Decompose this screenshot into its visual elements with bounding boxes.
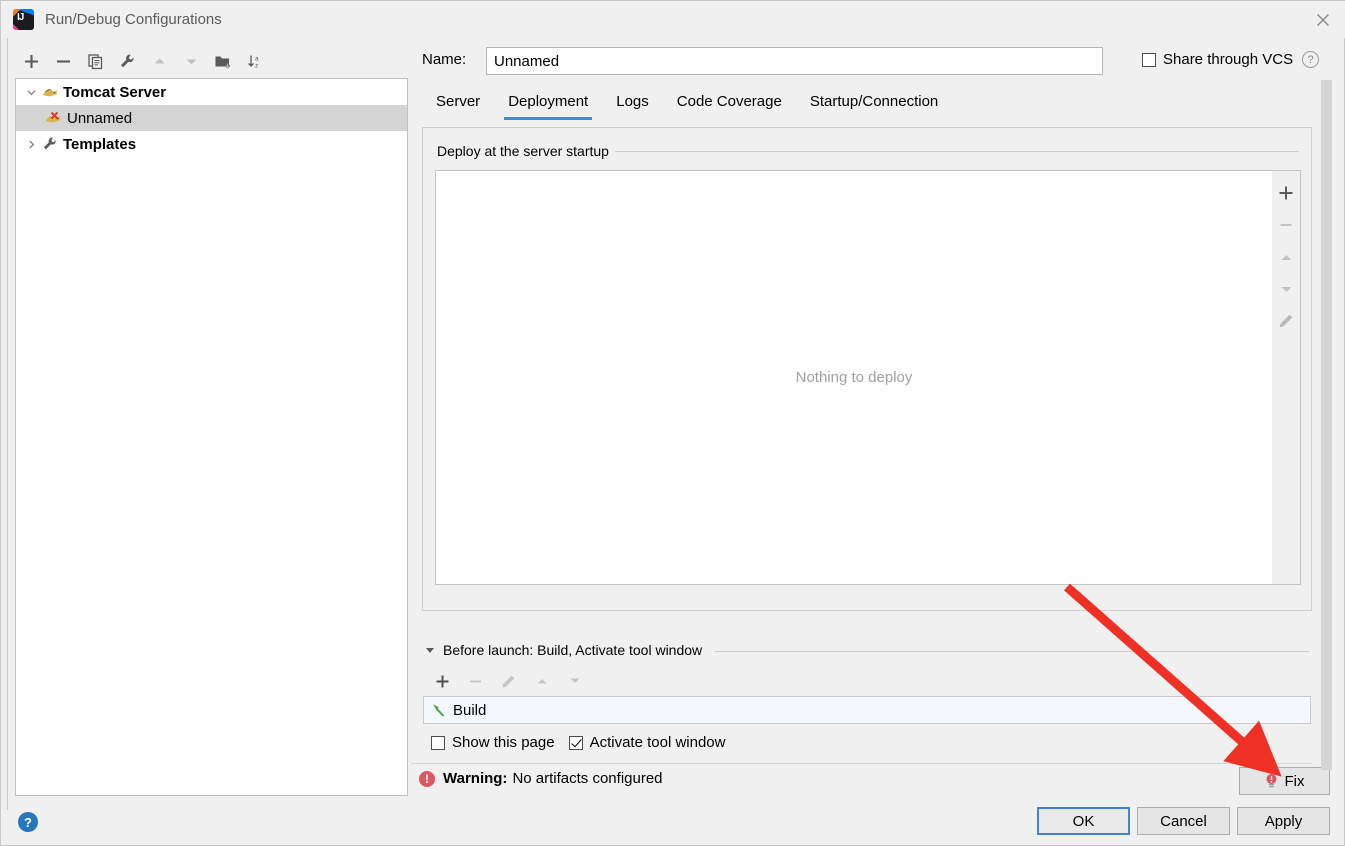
before-launch-options: Show this page Activate tool window bbox=[431, 734, 725, 751]
configuration-tabs: Server Deployment Logs Code Coverage Sta… bbox=[422, 89, 1312, 123]
activate-tool-window-checkbox[interactable]: Activate tool window bbox=[568, 734, 726, 751]
tab-code-coverage[interactable]: Code Coverage bbox=[663, 89, 796, 120]
name-label: Name: bbox=[422, 51, 467, 68]
svg-text:a: a bbox=[255, 55, 259, 62]
tomcat-icon bbox=[40, 83, 60, 101]
before-launch-task-build[interactable]: Build bbox=[423, 696, 1311, 724]
before-launch-header[interactable]: Before launch: Build, Activate tool wind… bbox=[425, 642, 702, 658]
tab-label: Deployment bbox=[508, 93, 589, 110]
share-through-vcs-checkbox[interactable]: Share through VCS ? bbox=[1142, 51, 1320, 68]
cancel-button[interactable]: Cancel bbox=[1137, 807, 1230, 835]
tab-logs[interactable]: Logs bbox=[602, 89, 663, 120]
tree-node-unnamed[interactable]: Unnamed bbox=[16, 105, 407, 131]
before-launch-toolbar bbox=[426, 667, 591, 695]
deployment-side-toolbar bbox=[1272, 170, 1301, 585]
remove-configuration-button[interactable] bbox=[47, 45, 79, 77]
question-mark-icon[interactable]: ? bbox=[1302, 51, 1320, 68]
tab-label: Code Coverage bbox=[676, 93, 782, 110]
close-icon[interactable] bbox=[1300, 1, 1345, 38]
fix-button-label: Fix bbox=[1284, 772, 1305, 790]
tree-node-label: Unnamed bbox=[67, 109, 133, 127]
tree-node-tomcat-server[interactable]: Tomcat Server bbox=[16, 79, 407, 105]
warning-prefix: Warning: bbox=[443, 770, 508, 787]
tab-label: Startup/Connection bbox=[809, 93, 939, 110]
error-circle-icon: ! bbox=[419, 770, 435, 787]
name-input[interactable] bbox=[486, 47, 1103, 75]
svg-text:z: z bbox=[255, 62, 258, 69]
tree-node-label: Templates bbox=[63, 135, 137, 153]
page-title: Run/Debug Configurations bbox=[45, 11, 222, 28]
deploy-group-title: Deploy at the server startup bbox=[435, 143, 615, 159]
checkbox-box[interactable] bbox=[568, 735, 583, 750]
fix-button[interactable]: Fix bbox=[1239, 767, 1330, 795]
checkbox-box[interactable] bbox=[431, 735, 445, 750]
add-artifact-button[interactable] bbox=[1272, 177, 1300, 209]
tree-node-templates[interactable]: Templates bbox=[16, 131, 407, 157]
add-configuration-button[interactable] bbox=[15, 45, 47, 77]
edit-task-button[interactable] bbox=[492, 667, 525, 695]
configurations-tree[interactable]: Tomcat Server Unnamed Templates bbox=[15, 78, 408, 796]
edit-artifact-button[interactable] bbox=[1272, 305, 1300, 337]
intellij-idea-icon bbox=[13, 9, 34, 30]
remove-artifact-button[interactable] bbox=[1272, 209, 1300, 241]
arrow-down-icon[interactable] bbox=[175, 45, 207, 77]
move-artifact-up-button[interactable] bbox=[1272, 241, 1300, 273]
ok-button[interactable]: OK bbox=[1037, 807, 1130, 835]
folder-add-icon[interactable] bbox=[207, 45, 239, 77]
show-this-page-label: Show this page bbox=[452, 734, 555, 751]
ok-button-label: OK bbox=[1072, 812, 1095, 830]
lightbulb-error-icon bbox=[1265, 773, 1278, 789]
share-through-vcs-label: Share through VCS bbox=[1163, 51, 1294, 68]
left-edge-strip bbox=[1, 38, 8, 810]
tab-deployment[interactable]: Deployment bbox=[494, 89, 602, 120]
content-vertical-scrollbar[interactable] bbox=[1321, 80, 1332, 770]
checkbox-box[interactable] bbox=[1142, 52, 1156, 67]
tomcat-error-icon bbox=[44, 109, 64, 127]
chevron-down-icon[interactable] bbox=[22, 79, 40, 105]
task-label: Build bbox=[453, 701, 487, 719]
wrench-icon bbox=[40, 135, 60, 153]
group-title-divider bbox=[607, 151, 1299, 152]
warning-divider bbox=[411, 763, 1312, 764]
move-task-down-button[interactable] bbox=[558, 667, 591, 695]
title-bar: Run/Debug Configurations bbox=[1, 1, 1345, 38]
empty-state-text: Nothing to deploy bbox=[795, 369, 913, 386]
arrow-up-icon[interactable] bbox=[143, 45, 175, 77]
show-this-page-checkbox[interactable]: Show this page bbox=[431, 734, 555, 751]
triangle-down-icon[interactable] bbox=[425, 645, 435, 655]
configurations-toolbar: a z bbox=[15, 45, 410, 77]
copy-icon[interactable] bbox=[79, 45, 111, 77]
apply-button[interactable]: Apply bbox=[1237, 807, 1330, 835]
move-artifact-down-button[interactable] bbox=[1272, 273, 1300, 305]
sort-az-icon[interactable]: a z bbox=[239, 45, 271, 77]
help-button[interactable]: ? bbox=[18, 812, 38, 832]
deployment-artifacts-list[interactable]: Nothing to deploy bbox=[435, 170, 1273, 585]
move-task-up-button[interactable] bbox=[525, 667, 558, 695]
before-launch-divider bbox=[715, 651, 1309, 652]
remove-task-button[interactable] bbox=[459, 667, 492, 695]
warning-message: ! Warning: No artifacts configured bbox=[419, 770, 663, 787]
activate-tool-window-label: Activate tool window bbox=[589, 734, 726, 751]
tree-node-label: Tomcat Server bbox=[63, 83, 167, 101]
apply-button-label: Apply bbox=[1264, 812, 1303, 830]
cancel-button-label: Cancel bbox=[1160, 812, 1207, 830]
tab-startup-connection[interactable]: Startup/Connection bbox=[796, 89, 952, 120]
tab-server[interactable]: Server bbox=[422, 89, 494, 120]
add-task-button[interactable] bbox=[426, 667, 459, 695]
run-debug-configurations-dialog: Run/Debug Configurations bbox=[0, 0, 1345, 846]
before-launch-label: Before launch: Build, Activate tool wind… bbox=[443, 642, 703, 658]
wrench-icon[interactable] bbox=[111, 45, 143, 77]
tab-label: Server bbox=[436, 93, 481, 110]
chevron-right-icon[interactable] bbox=[22, 131, 40, 157]
tab-label: Logs bbox=[616, 93, 649, 110]
hammer-icon bbox=[431, 702, 447, 718]
warning-text: No artifacts configured bbox=[512, 770, 663, 787]
